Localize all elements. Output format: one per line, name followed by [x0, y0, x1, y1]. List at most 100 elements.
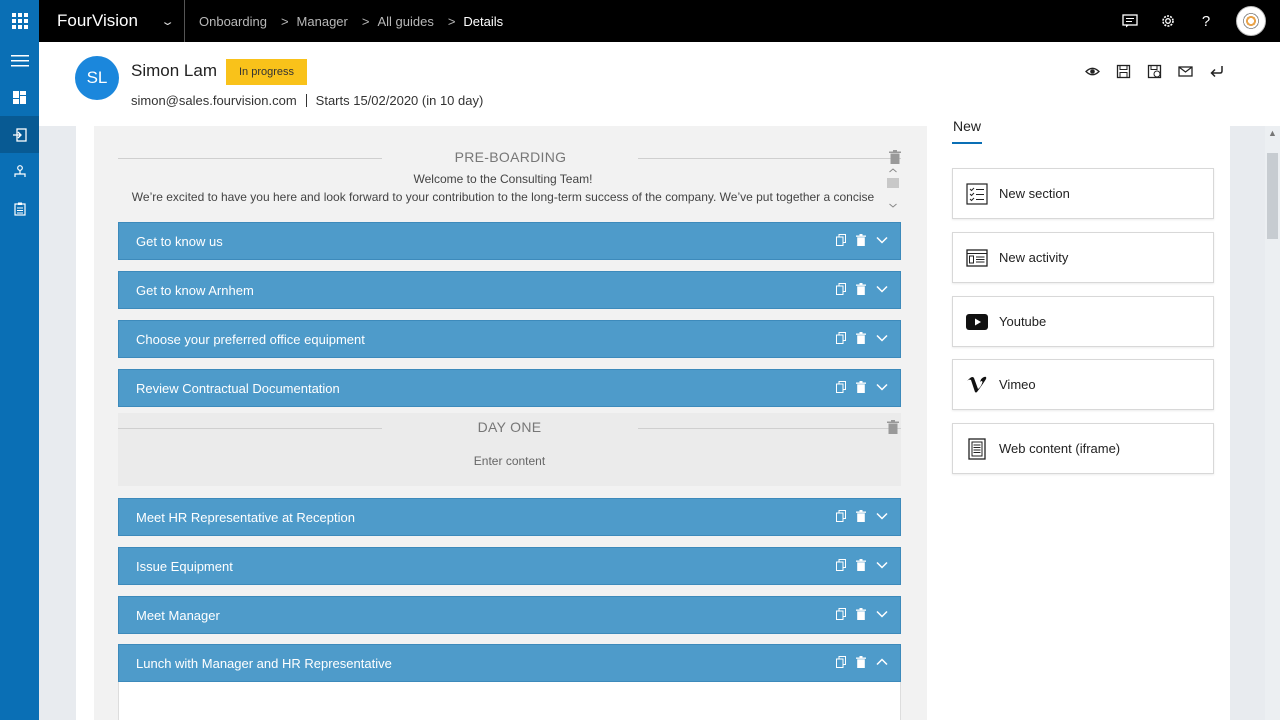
- tab-new[interactable]: New: [953, 118, 1214, 134]
- mail-icon[interactable]: [1178, 64, 1193, 79]
- user-avatar[interactable]: [1236, 6, 1266, 36]
- copy-icon[interactable]: [836, 656, 846, 668]
- chevron-down-icon[interactable]: [876, 610, 888, 618]
- activity-item-expanded[interactable]: Lunch with Manager and HR Representative: [118, 644, 901, 682]
- activity-title: Review Contractual Documentation: [136, 380, 340, 396]
- section-title: PRE-BOARDING: [454, 149, 567, 165]
- app-switcher[interactable]: FourVision ⌄: [39, 0, 185, 42]
- divider: [305, 94, 307, 107]
- left-rail: [0, 42, 39, 720]
- copy-icon[interactable]: [836, 234, 846, 246]
- activity-item[interactable]: Meet Manager: [118, 596, 901, 634]
- new-elements-panel: New New section New activity Youtube Vim…: [952, 118, 1214, 718]
- preview-eye-icon[interactable]: [1085, 64, 1100, 79]
- employee-email: simon@sales.fourvision.com: [131, 93, 297, 108]
- page-scrollbar[interactable]: ▲: [1265, 126, 1280, 720]
- new-section-tile[interactable]: New section: [952, 168, 1214, 219]
- tab-active-indicator: [952, 142, 982, 144]
- vimeo-tile[interactable]: Vimeo: [952, 359, 1214, 410]
- copy-icon[interactable]: [836, 559, 846, 571]
- new-activity-tile[interactable]: New activity: [952, 232, 1214, 283]
- breadcrumb-onboarding[interactable]: Onboarding: [199, 14, 267, 29]
- delete-section-icon[interactable]: [887, 420, 899, 434]
- gear-icon[interactable]: [1160, 13, 1176, 29]
- breadcrumb-manager[interactable]: Manager: [297, 14, 348, 29]
- breadcrumb-separator-icon: >: [280, 13, 289, 29]
- activity-title: Get to know Arnhem: [136, 282, 254, 298]
- chevron-down-icon[interactable]: [876, 236, 888, 244]
- chevron-down-icon[interactable]: [876, 334, 888, 342]
- tile-label: Vimeo: [999, 377, 1036, 392]
- employee-avatar: SL: [75, 56, 119, 100]
- activity-item[interactable]: Choose your preferred office equipment: [118, 320, 901, 358]
- delete-icon[interactable]: [856, 656, 866, 668]
- delete-section-icon[interactable]: [889, 150, 901, 164]
- chevron-down-icon[interactable]: [876, 561, 888, 569]
- youtube-tile[interactable]: Youtube: [952, 296, 1214, 347]
- delete-icon[interactable]: [856, 559, 866, 571]
- activity-item[interactable]: Meet HR Representative at Reception: [118, 498, 901, 536]
- chevron-down-icon: ⌄: [160, 15, 175, 28]
- activity-title: Get to know us: [136, 233, 223, 249]
- chevron-down-icon[interactable]: [876, 383, 888, 391]
- delete-icon[interactable]: [856, 332, 866, 344]
- section-header-day-one: DAY ONE: [118, 413, 901, 443]
- copy-icon[interactable]: [836, 510, 846, 522]
- activity-item[interactable]: Get to know us: [118, 222, 901, 260]
- copy-icon[interactable]: [836, 332, 846, 344]
- employee-details: simon@sales.fourvision.com Starts 15/02/…: [131, 93, 483, 108]
- activity-item[interactable]: Issue Equipment: [118, 547, 901, 585]
- activity-item[interactable]: Review Contractual Documentation: [118, 369, 901, 407]
- description-scrollbar[interactable]: [887, 166, 899, 210]
- app-launcher-button[interactable]: [0, 0, 39, 42]
- status-badge: In progress: [226, 59, 308, 85]
- save-icon[interactable]: [1116, 64, 1131, 79]
- org-icon[interactable]: [0, 153, 39, 190]
- copy-icon[interactable]: [836, 381, 846, 393]
- activity-details-panel: [118, 682, 901, 720]
- welcome-text: We’re excited to have you here and look …: [131, 190, 875, 204]
- delete-icon[interactable]: [856, 283, 866, 295]
- activity-title: Choose your preferred office equipment: [136, 331, 365, 347]
- web-content-tile[interactable]: Web content (iframe): [952, 423, 1214, 474]
- save-as-template-icon[interactable]: [1147, 64, 1162, 79]
- new-activity-icon: [965, 246, 989, 270]
- delete-icon[interactable]: [856, 234, 866, 246]
- delete-icon[interactable]: [856, 381, 866, 393]
- section-header-preboarding: PRE-BOARDING: [94, 143, 927, 173]
- activity-title: Meet Manager: [136, 607, 220, 623]
- header-actions: [1085, 64, 1224, 79]
- scroll-up-icon[interactable]: ▲: [1268, 128, 1277, 138]
- clipboard-icon[interactable]: [0, 190, 39, 227]
- feedback-icon[interactable]: [1122, 13, 1138, 29]
- delete-icon[interactable]: [856, 510, 866, 522]
- employee-name: Simon Lam: [131, 61, 217, 80]
- section-description[interactable]: Welcome to the Consulting Team! We’re ex…: [118, 170, 888, 206]
- tile-label: Youtube: [999, 314, 1047, 329]
- hamburger-menu-icon[interactable]: [0, 42, 39, 79]
- chevron-down-icon[interactable]: [876, 512, 888, 520]
- top-bar: FourVision ⌄ Onboarding > Manager > All …: [0, 0, 1280, 42]
- copy-icon[interactable]: [836, 608, 846, 620]
- back-arrow-icon[interactable]: [1209, 64, 1224, 79]
- employee-start-date: Starts 15/02/2020 (in 10 day): [315, 93, 484, 108]
- breadcrumb-details: Details: [463, 13, 504, 29]
- web-content-icon: [965, 437, 989, 461]
- tile-label: New section: [999, 186, 1070, 201]
- onboarding-icon[interactable]: [0, 116, 39, 153]
- scrollbar-thumb[interactable]: [1267, 153, 1278, 239]
- section-content-placeholder[interactable]: Enter content: [118, 454, 901, 468]
- delete-icon[interactable]: [856, 608, 866, 620]
- dashboard-icon[interactable]: [0, 79, 39, 116]
- activity-item[interactable]: Get to know Arnhem: [118, 271, 901, 309]
- copy-icon[interactable]: [836, 283, 846, 295]
- vimeo-icon: [965, 373, 989, 397]
- breadcrumb: Onboarding > Manager > All guides > Deta…: [199, 14, 503, 29]
- guide-editor: PRE-BOARDING Welcome to the Consulting T…: [94, 126, 927, 720]
- chevron-down-icon[interactable]: [876, 285, 888, 293]
- chevron-up-icon[interactable]: [876, 658, 888, 666]
- activity-title: Meet HR Representative at Reception: [136, 509, 355, 525]
- breadcrumb-all-guides[interactable]: All guides: [377, 14, 433, 29]
- top-actions: ?: [1122, 0, 1266, 42]
- help-icon[interactable]: ?: [1198, 13, 1214, 30]
